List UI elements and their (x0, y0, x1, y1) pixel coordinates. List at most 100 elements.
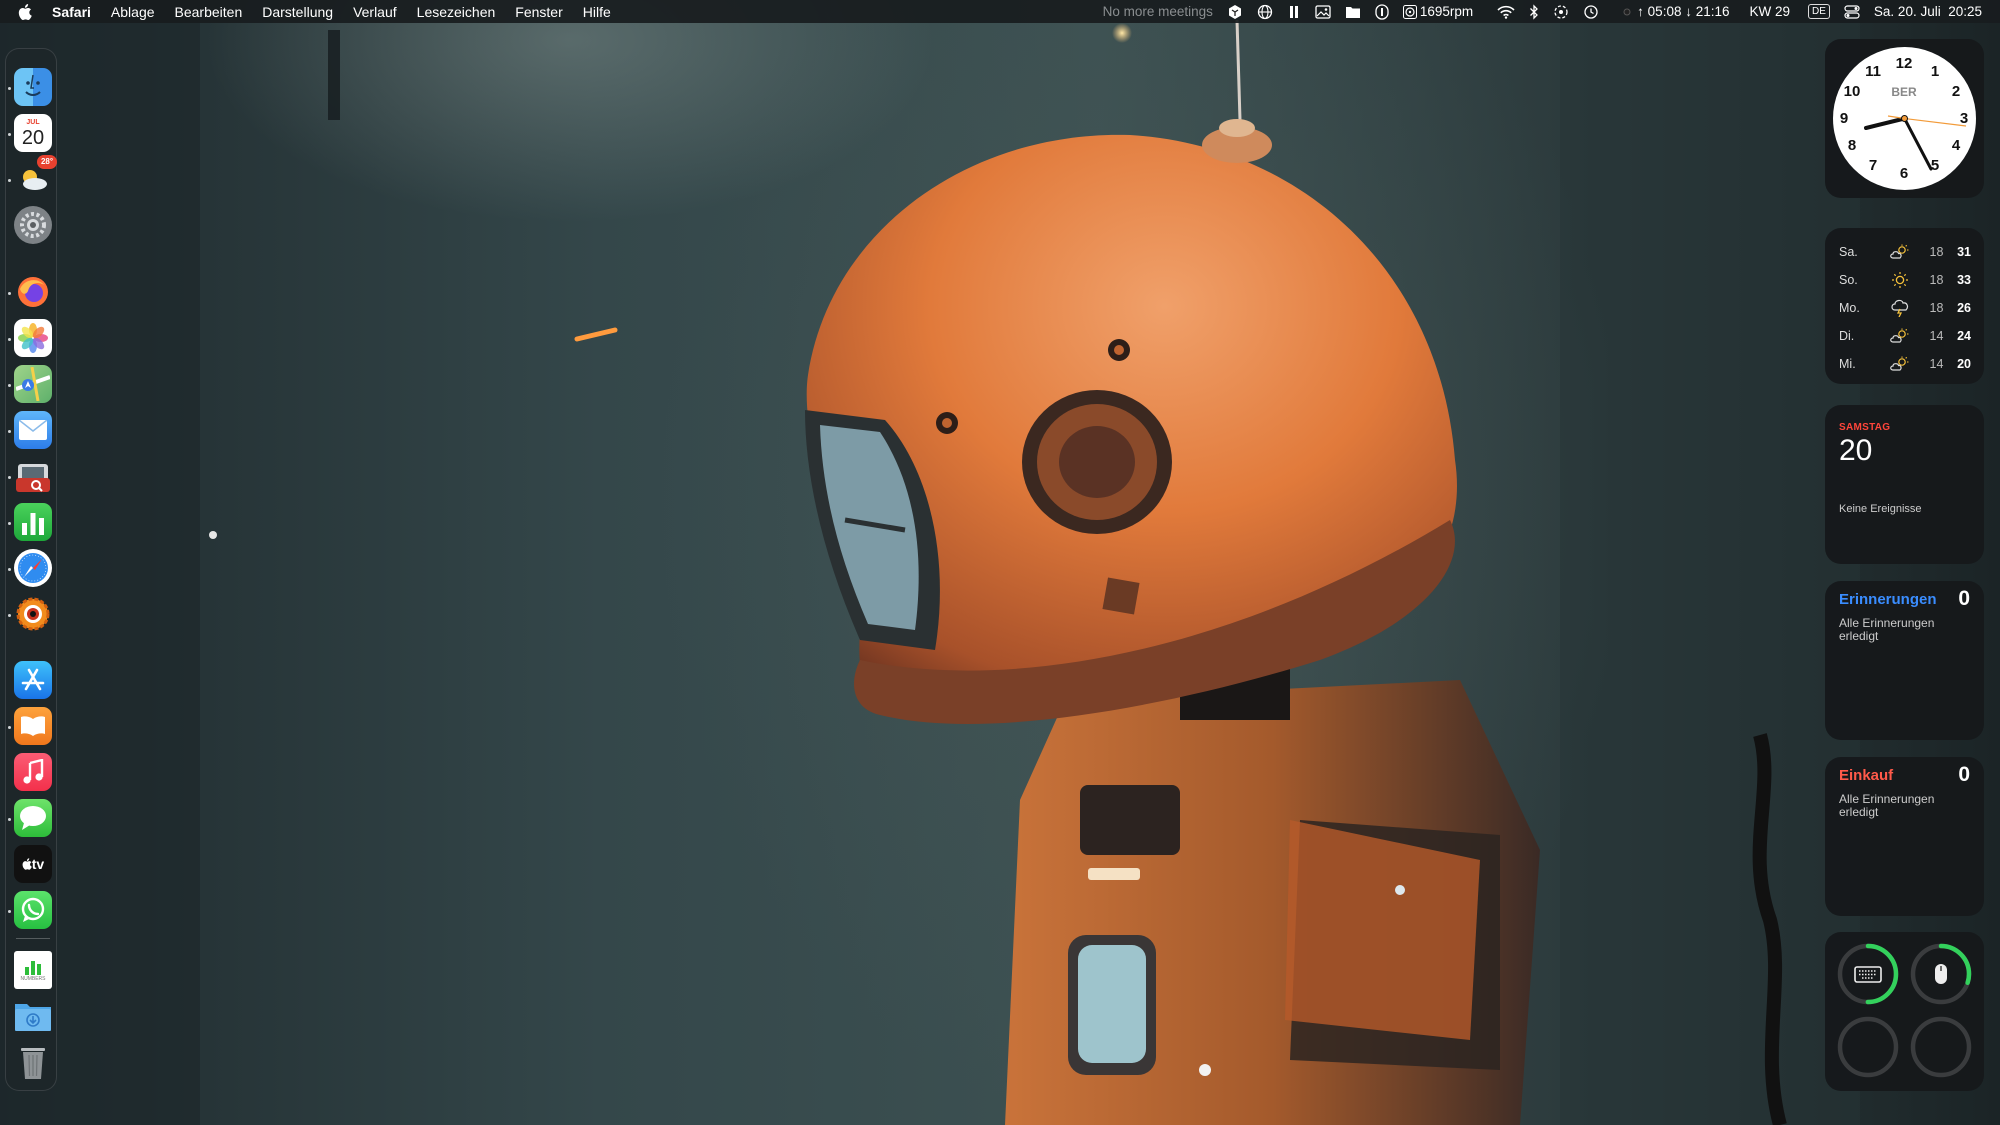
camera-icon (16, 464, 50, 492)
calendar-widget[interactable]: SAMSTAG 20 Keine Ereignisse (1825, 405, 1984, 564)
dock-calendar[interactable]: JUL 20 (14, 114, 52, 152)
batteries-widget[interactable] (1825, 932, 1984, 1091)
minute-hand (1903, 117, 1933, 171)
clock-widget[interactable]: 12 1 2 3 4 5 6 7 8 9 10 11 BER (1825, 39, 1984, 198)
apple-tv-label: tv (31, 856, 45, 872)
desktop-wallpaper (0, 0, 2000, 1125)
globe-icon[interactable] (1257, 4, 1273, 20)
tv-icon: tv (22, 856, 44, 872)
eye-icon (16, 597, 50, 631)
image-icon[interactable] (1315, 4, 1331, 19)
dock-numbers[interactable] (14, 503, 52, 541)
shopping-list-widget[interactable]: Einkauf 0 Alle Erinnerungen erledigt (1825, 757, 1984, 916)
fan-speed[interactable]: 1695rpm (1402, 4, 1474, 19)
downloads-folder-icon (15, 1004, 51, 1031)
running-indicator (8, 910, 11, 913)
dock-trash[interactable] (14, 1043, 52, 1081)
apple-icon[interactable] (18, 3, 38, 20)
forecast-high: 20 (1957, 357, 1971, 371)
forecast-low: 18 (1929, 245, 1944, 259)
document-label: NUMBERS (20, 976, 46, 982)
dock-finder[interactable] (14, 68, 52, 106)
dropbox-icon[interactable] (1227, 4, 1243, 20)
pause-icon[interactable] (1287, 5, 1301, 19)
sunny-icon (1886, 271, 1914, 289)
thunderstorm-icon (1886, 299, 1914, 317)
dock-books[interactable] (14, 707, 52, 745)
time-machine-icon[interactable] (1583, 4, 1599, 20)
dock-downloads[interactable] (14, 997, 52, 1035)
dock-maps[interactable] (14, 365, 52, 403)
menu-lesezeichen[interactable]: Lesezeichen (417, 4, 496, 20)
keyboard-layout-indicator[interactable]: DE (1808, 4, 1830, 19)
menubar-datetime[interactable]: Sa. 20. Juli 20:25 (1874, 4, 1982, 19)
forecast-low: 14 (1929, 329, 1944, 343)
running-indicator (8, 179, 11, 182)
calendar-day-number: 20 (1839, 434, 1873, 467)
forecast-day: Di. (1839, 329, 1855, 343)
reminders-status: Alle Erinnerungen erledigt (1839, 616, 1935, 643)
menu-app-name[interactable]: Safari (52, 4, 91, 20)
running-indicator (8, 568, 11, 571)
analog-clock-face: 12 1 2 3 4 5 6 7 8 9 10 11 BER (1833, 47, 1976, 190)
forecast-low: 14 (1929, 357, 1944, 371)
dock-firefox[interactable] (14, 273, 52, 311)
dock-safari[interactable] (14, 549, 52, 587)
meetings-status[interactable]: No more meetings (1103, 4, 1213, 19)
menu-bearbeiten[interactable]: Bearbeiten (175, 4, 243, 20)
finder-icon (25, 74, 41, 96)
keyboard-layout-label: DE (1808, 4, 1830, 19)
bluetooth-icon[interactable] (1529, 3, 1539, 20)
dock-apple-tv[interactable]: tv (14, 845, 52, 883)
battery-ring-empty (1910, 1016, 1972, 1078)
battery-ring-mouse (1910, 943, 1972, 1005)
dock-eye-app[interactable] (14, 595, 52, 633)
accessibility-icon[interactable] (1375, 3, 1389, 20)
photos-icon (18, 323, 48, 353)
menu-fenster[interactable]: Fenster (515, 4, 562, 20)
dock-system-settings[interactable] (14, 206, 52, 244)
folder-icon[interactable] (1345, 5, 1361, 19)
dock-app-store[interactable] (14, 661, 52, 699)
dock-music[interactable] (14, 753, 52, 791)
second-hand (1904, 117, 1967, 127)
menu-verlauf[interactable]: Verlauf (353, 4, 397, 20)
dock-whatsapp[interactable] (14, 891, 52, 929)
mouse-icon (1935, 964, 1947, 984)
dock-numbers-document[interactable]: NUMBERS (14, 951, 52, 989)
reminders-widget[interactable]: Erinnerungen 0 Alle Erinnerungen erledig… (1825, 581, 1984, 740)
forecast-day: Sa. (1839, 245, 1858, 259)
wifi-icon[interactable] (1497, 5, 1515, 19)
control-center-icon[interactable] (1844, 4, 1860, 19)
dock-mail[interactable] (14, 411, 52, 449)
calendar-no-events: Keine Ereignisse (1839, 503, 1922, 515)
forecast-high: 24 (1957, 329, 1971, 343)
forecast-high: 33 (1957, 273, 1971, 287)
sun-icon (1623, 8, 1631, 15)
partly-cloudy-icon (1886, 356, 1914, 372)
keyboard-icon (1854, 966, 1882, 983)
forecast-day: So. (1839, 273, 1858, 287)
week-number[interactable]: KW 29 (1750, 4, 1791, 19)
menu-darstellung[interactable]: Darstellung (262, 4, 333, 20)
menu-ablage[interactable]: Ablage (111, 4, 155, 20)
dock-messages[interactable] (14, 799, 52, 837)
airplay-icon[interactable] (1553, 4, 1569, 20)
weather-widget[interactable]: Sa. 18 31 So. 18 33 Mo. 18 26 Di. 14 24 … (1825, 228, 1984, 384)
book-icon (21, 716, 45, 736)
maps-icon (16, 367, 50, 401)
mail-icon (19, 420, 47, 440)
forecast-day: Mi. (1839, 357, 1856, 371)
fan-speed-value: 1695rpm (1419, 4, 1474, 19)
running-indicator (8, 384, 11, 387)
forecast-high: 31 (1957, 245, 1971, 259)
menu-hilfe[interactable]: Hilfe (583, 4, 611, 20)
sun-times[interactable]: ↑ 05:08 ↓ 21:16 (1621, 4, 1730, 19)
dock-image-capture[interactable] (14, 457, 52, 495)
whatsapp-icon (21, 897, 45, 922)
running-indicator (8, 133, 11, 136)
running-indicator (8, 87, 11, 90)
dock: JUL 20 28° tv NUMBERS (5, 48, 57, 1091)
dock-photos[interactable] (14, 319, 52, 357)
app-store-icon (21, 668, 45, 691)
